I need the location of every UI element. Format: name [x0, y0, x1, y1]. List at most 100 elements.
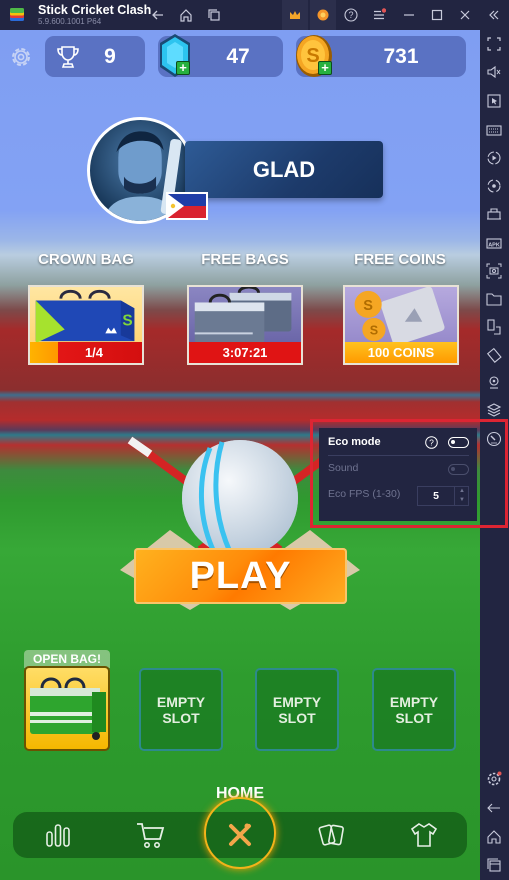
minimize-button[interactable]: [396, 0, 422, 30]
settings-gear-button[interactable]: [8, 44, 34, 70]
bluestacks-points-button[interactable]: [310, 0, 336, 30]
sound-toggle[interactable]: [448, 464, 469, 475]
divider: [328, 455, 469, 456]
pointer-icon: [487, 94, 501, 108]
premium-button[interactable]: [282, 0, 308, 30]
maximize-icon: [431, 9, 443, 21]
trophy-counter: 9: [45, 36, 145, 77]
android-home-button[interactable]: [486, 829, 502, 845]
install-build-button[interactable]: [486, 206, 502, 222]
play-button[interactable]: PLAY: [134, 548, 347, 604]
multi-instance-icon: [487, 319, 501, 335]
sync-icon: [487, 179, 501, 193]
close-icon: [460, 10, 470, 20]
bluestacks-logo-icon: [8, 7, 26, 23]
multi-instance-button[interactable]: [201, 0, 227, 30]
back-icon: [152, 10, 163, 20]
folder-icon: [486, 293, 502, 306]
trophy-icon: [57, 46, 79, 68]
macro-record-icon: [487, 151, 501, 165]
gem-count: 47: [226, 45, 250, 68]
sync-button[interactable]: [486, 178, 502, 194]
kit-shirt-icon: [410, 823, 438, 847]
fullscreen-icon: [487, 37, 501, 51]
minimize-icon: [404, 14, 414, 16]
eco-mode-title: Eco mode: [328, 436, 381, 448]
sound-label: Sound: [328, 462, 359, 474]
eco-help-button[interactable]: ?: [425, 436, 438, 449]
pointer-button[interactable]: [486, 93, 502, 109]
svg-text:?: ?: [429, 438, 434, 448]
eco-fps-value[interactable]: 5: [418, 487, 454, 505]
nav-kit[interactable]: [401, 812, 447, 858]
settings-gear-icon: [487, 771, 502, 786]
android-back-button[interactable]: [486, 800, 502, 816]
android-recents-button[interactable]: [486, 857, 502, 873]
location-button[interactable]: [486, 375, 502, 391]
layers-button[interactable]: [486, 402, 502, 418]
app-version: 5.9.600.1001 P64: [38, 17, 102, 26]
settings-button[interactable]: [486, 771, 502, 787]
crown-bag-icon: S: [35, 289, 135, 344]
crown-bag-label: CROWN BAG: [38, 251, 134, 268]
eco-mode-toggle[interactable]: [448, 437, 469, 448]
empty-bag-slot-1[interactable]: EMPTY SLOT: [139, 668, 223, 751]
free-bags-icon: [194, 287, 292, 344]
decrement-down-icon[interactable]: ▼: [459, 497, 465, 503]
svg-text:S: S: [122, 313, 132, 330]
macro-button[interactable]: [486, 150, 502, 166]
collapse-sidebar-button[interactable]: [481, 0, 507, 30]
eco-fps-label: Eco FPS (1-30): [328, 488, 401, 500]
apk-icon: APK: [486, 238, 502, 249]
fullscreen-button[interactable]: [486, 36, 502, 52]
free-coins-card[interactable]: S S 100 COINS: [343, 285, 459, 365]
multi-instance-icon: [208, 9, 220, 21]
bag-container: [24, 666, 110, 751]
help-button[interactable]: ?: [338, 0, 364, 30]
empty-slot-text: EMPTY SLOT: [156, 693, 206, 726]
home-button[interactable]: [173, 0, 199, 30]
toggle-knob: [451, 440, 455, 444]
nav-shop[interactable]: [127, 812, 173, 858]
screenshot-button[interactable]: [486, 263, 502, 279]
free-coins-video-icon: S S: [354, 287, 445, 346]
active-tab-ring: [204, 797, 276, 869]
emulator-title-bar: Stick Cricket Clash 5.9.600.1001 P64 ?: [0, 0, 509, 30]
crown-bag-card[interactable]: S 1/4: [28, 285, 144, 365]
double-chevron-left-icon: [489, 10, 499, 20]
volume-button[interactable]: [486, 64, 502, 80]
free-bags-timer: 3:07:21: [189, 342, 301, 363]
add-gems-button[interactable]: +: [176, 61, 190, 75]
crown-icon: [290, 11, 300, 19]
player-name-button[interactable]: GLAD: [185, 141, 383, 198]
empty-bag-slot-3[interactable]: EMPTY SLOT: [372, 668, 456, 751]
nav-cards[interactable]: [309, 812, 355, 858]
philippines-flag-icon: [166, 192, 208, 220]
multi-instance-sidebar-button[interactable]: [486, 319, 502, 335]
menu-button[interactable]: [366, 0, 392, 30]
free-bags-card[interactable]: 3:07:21: [187, 285, 303, 365]
rotate-button[interactable]: [486, 347, 502, 363]
maximize-button[interactable]: [424, 0, 450, 30]
trophy-count: 9: [104, 45, 116, 68]
recent-apps-icon: [487, 858, 501, 872]
menu-icon: [374, 8, 386, 20]
eco-fps-stepper[interactable]: 5 ▲ ▼: [417, 486, 469, 506]
fps-spinner[interactable]: ▲ ▼: [454, 487, 469, 505]
empty-slot-text: EMPTY SLOT: [272, 693, 322, 726]
back-arrow-icon: [487, 803, 500, 813]
screenshot-icon: [486, 263, 502, 279]
add-coins-button[interactable]: +: [318, 61, 332, 75]
close-button[interactable]: [452, 0, 478, 30]
media-folder-button[interactable]: [486, 291, 502, 307]
install-apk-button[interactable]: APK: [486, 235, 502, 251]
empty-bag-slot-2[interactable]: EMPTY SLOT: [255, 668, 339, 751]
keyboard-icon: [486, 125, 502, 136]
increment-up-icon[interactable]: ▲: [459, 488, 465, 494]
free-coins-amount: 100 COINS: [345, 342, 457, 363]
keyboard-controls-button[interactable]: [486, 122, 502, 138]
nav-leaderboard[interactable]: [35, 812, 81, 858]
open-bag-slot[interactable]: OPEN BAG!: [24, 650, 110, 751]
rotate-icon: [486, 347, 502, 363]
back-button[interactable]: [145, 0, 171, 30]
